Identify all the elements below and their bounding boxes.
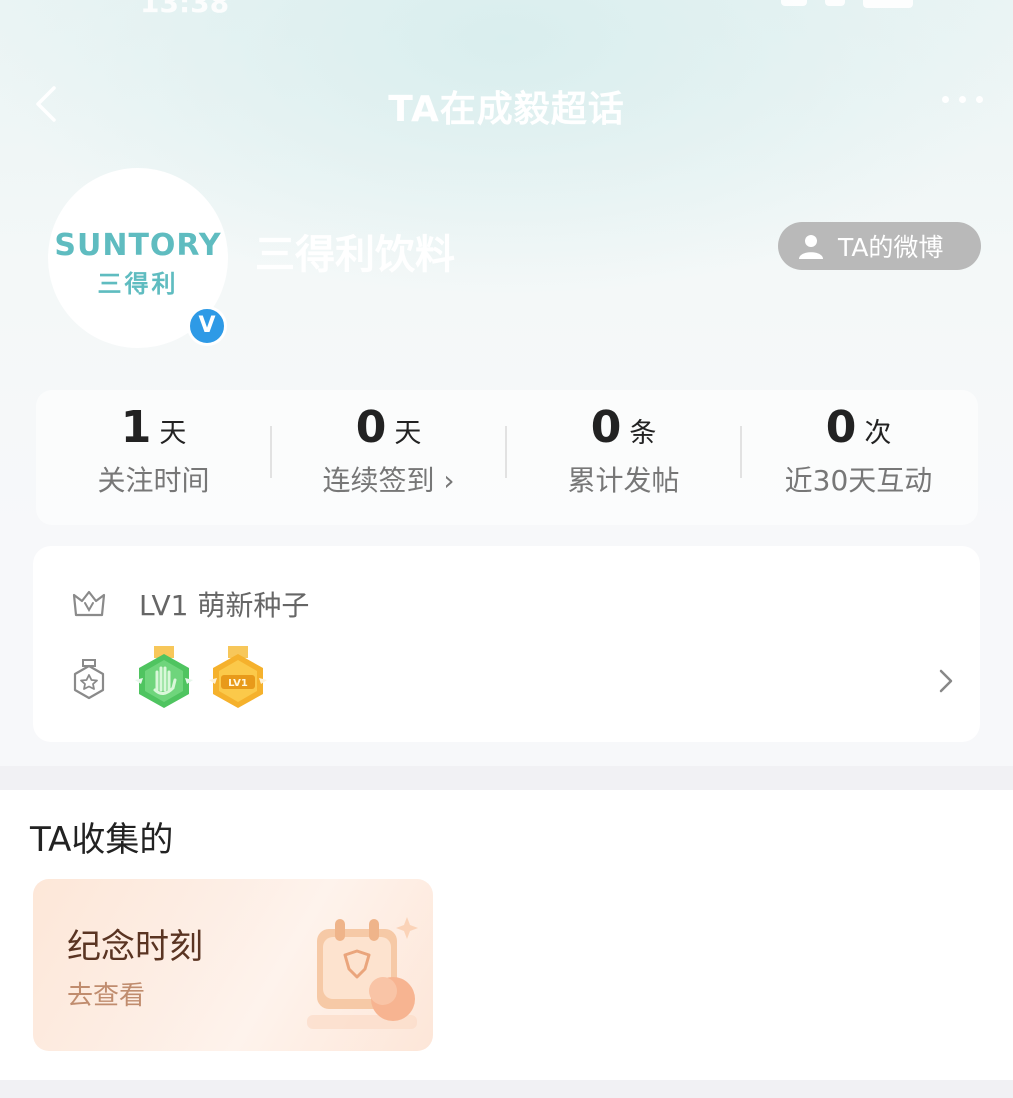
stat-checkin-streak[interactable]: 0天 连续签到 ›	[271, 402, 506, 499]
username: 三得利饮料	[255, 232, 455, 278]
stat-label: 近30天互动	[784, 464, 933, 497]
level-row: LV1 萌新种子	[71, 584, 309, 624]
badge-row: LV1	[71, 646, 267, 712]
section-separator	[0, 766, 1013, 790]
collection-section-title: TA收集的	[30, 820, 174, 860]
memorial-moments-title: 纪念时刻	[67, 927, 203, 967]
stat-value: 1	[120, 402, 152, 453]
lv1-medal-icon: LV1	[209, 646, 267, 708]
stat-interactions: 0次 近30天互动	[741, 402, 976, 499]
hello-medal-icon	[135, 646, 193, 708]
signal-icon	[781, 0, 807, 6]
memorial-moments-link[interactable]: 去查看	[67, 975, 145, 1012]
wifi-icon	[825, 0, 845, 6]
stat-posts: 0条 累计发帖	[506, 402, 741, 499]
stat-unit: 条	[629, 418, 657, 449]
calendar-heart-icon	[307, 917, 418, 1029]
avatar-logo-cn: 三得利	[97, 270, 179, 298]
stat-value: 0	[590, 402, 622, 453]
page-title: TA在成毅超话	[388, 89, 625, 130]
bottom-separator	[0, 1080, 1013, 1098]
status-time: 13:38	[140, 0, 230, 19]
level-text: LV1 萌新种子	[139, 589, 310, 622]
ta-weibo-button[interactable]: TA的微博	[778, 222, 981, 270]
avatar-logo-text: SUNTORY	[54, 228, 222, 263]
stat-value: 0	[825, 402, 857, 453]
stat-unit: 天	[394, 418, 422, 449]
level-card[interactable]: LV1 萌新种子 LV1	[33, 546, 980, 742]
badge-icon	[73, 659, 105, 700]
battery-icon	[863, 0, 913, 8]
more-icon[interactable]	[942, 96, 983, 103]
status-icons	[781, 0, 913, 8]
stat-label: 关注时间	[97, 464, 210, 497]
ta-weibo-label: TA的微博	[838, 233, 944, 262]
status-bar: 13:38	[0, 0, 1013, 19]
stat-value: 0	[355, 402, 387, 453]
stats-card: 1天 关注时间 0天 连续签到 › 0条 累计发帖 0次 近30天互动	[36, 390, 978, 525]
stat-unit: 天	[159, 418, 187, 449]
stat-label: 累计发帖	[567, 464, 680, 497]
memorial-moments-card[interactable]: 纪念时刻 去查看	[33, 879, 433, 1051]
person-icon	[799, 235, 823, 259]
verified-icon: V	[187, 306, 227, 346]
lv1-medal-text: LV1	[228, 678, 248, 689]
stat-follow-time: 1天 关注时间	[36, 402, 271, 499]
chevron-right-icon[interactable]	[938, 668, 954, 694]
crown-icon	[72, 590, 106, 617]
stat-unit: 次	[864, 418, 892, 449]
stat-label: 连续签到 ›	[322, 464, 455, 497]
